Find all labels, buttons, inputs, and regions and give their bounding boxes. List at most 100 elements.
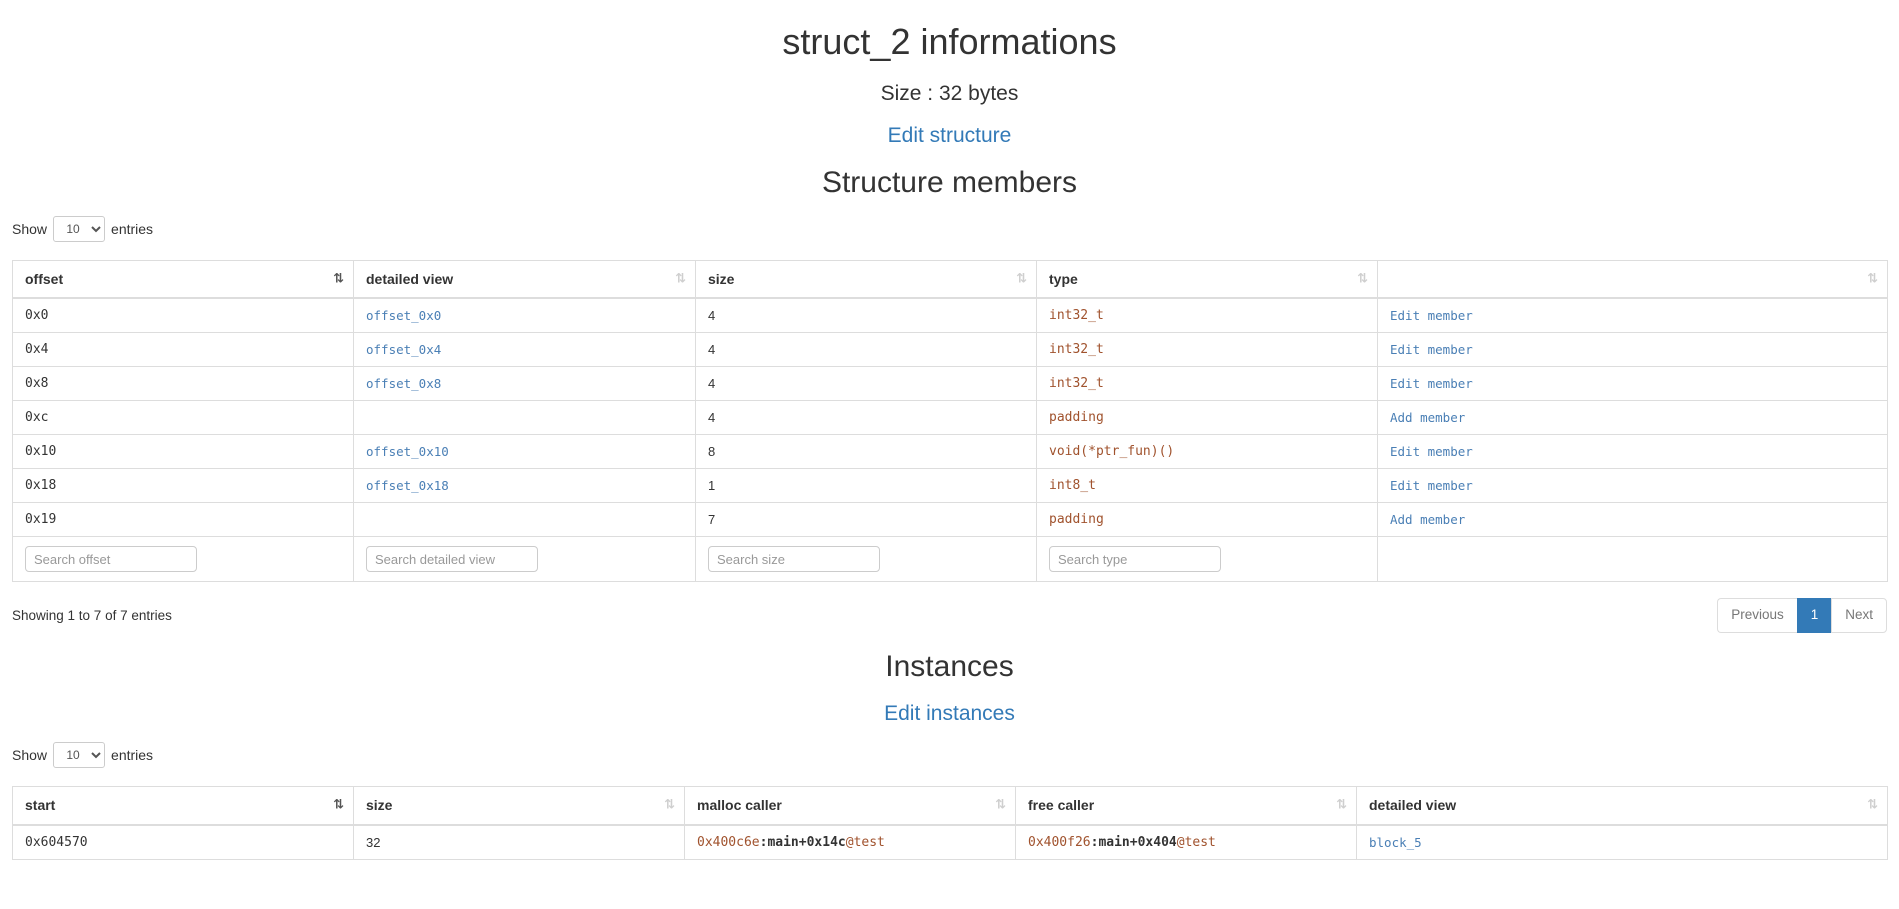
instances-table-wrap: Show 10 entries start ⇅ size ⇅ malloc ca… [0, 740, 1899, 860]
edit-member-link[interactable]: Edit member [1390, 444, 1473, 459]
instances-col-malloc-caller-label: malloc caller [697, 797, 782, 814]
members-col-size-label: size [708, 270, 735, 287]
sort-both-icon: ⇅ [675, 271, 686, 287]
instance-free-caller: 0x400f26:main+0x404@test [1015, 824, 1357, 860]
member-type: int8_t [1036, 468, 1378, 503]
edit-member-link[interactable]: Edit member [1390, 308, 1473, 323]
member-detailed-view: offset_0x4 [353, 332, 696, 367]
structure-members-heading: Structure members [821, 165, 1078, 199]
add-member-link[interactable]: Add member [1390, 512, 1465, 527]
malloc-caller-at: @ [845, 834, 854, 850]
instances-col-size[interactable]: size ⇅ [353, 786, 685, 826]
member-detailed-view-link[interactable]: offset_0x4 [366, 342, 441, 357]
member-action: Edit member [1377, 297, 1888, 333]
instances-col-start[interactable]: start ⇅ [12, 786, 354, 826]
members-header-row: offset ⇅ detailed view ⇅ size ⇅ type ⇅ ⇅ [12, 259, 1888, 300]
members-search-type-cell [1036, 536, 1378, 583]
members-col-offset-label: offset [25, 270, 64, 287]
member-action: Edit member [1377, 332, 1888, 367]
search-type-input[interactable] [1049, 546, 1221, 573]
search-offset-input[interactable] [25, 546, 197, 573]
instance-malloc-caller: 0x400c6e:main+0x14c@test [684, 824, 1016, 860]
member-detailed-view-link[interactable]: offset_0x8 [366, 376, 441, 391]
member-offset: 0x4 [12, 332, 354, 367]
add-member-link[interactable]: Add member [1390, 410, 1465, 425]
page-root: struct_2 informations Size : 32 bytes Ed… [0, 22, 1899, 860]
member-offset: 0x8 [12, 366, 354, 401]
member-action: Edit member [1377, 468, 1888, 503]
instances-col-free-caller[interactable]: free caller ⇅ [1015, 786, 1357, 826]
member-offset: 0x10 [12, 434, 354, 469]
member-action: Add member [1377, 400, 1888, 435]
instance-detailed-view-link[interactable]: block_5 [1369, 835, 1422, 850]
structure-members-table-wrap: Show 10 entries offset ⇅ detailed view ⇅ [0, 214, 1899, 633]
instances-col-malloc-caller[interactable]: malloc caller ⇅ [684, 786, 1016, 826]
members-entries-info: Showing 1 to 7 of 7 entries [12, 607, 172, 623]
member-action: Edit member [1377, 366, 1888, 401]
table-row: 0xc 4 padding Add member [12, 400, 1888, 435]
free-caller-address: 0x400f26 [1028, 834, 1091, 850]
instances-heading: Instances [885, 650, 1014, 684]
members-show-label: Show [12, 220, 48, 237]
structure-members-table: offset ⇅ detailed view ⇅ size ⇅ type ⇅ ⇅… [12, 259, 1888, 583]
member-detailed-view: offset_0x18 [353, 468, 696, 503]
edit-member-link[interactable]: Edit member [1390, 478, 1473, 493]
instances-table-body: 0x604570 32 0x400c6e:main+0x14c@test 0x4… [12, 824, 1888, 860]
instances-table: start ⇅ size ⇅ malloc caller ⇅ free call… [12, 786, 1888, 860]
members-table-body: 0x0 offset_0x0 4 int32_t Edit member 0x4… [12, 297, 1888, 583]
struct-size-label: Size : 32 bytes [880, 81, 1019, 105]
malloc-caller-file: test [853, 834, 885, 850]
edit-instances-link[interactable]: Edit instances [884, 702, 1015, 725]
member-type: int32_t [1036, 332, 1378, 367]
instances-show-label: Show [12, 747, 48, 764]
member-type: padding [1036, 502, 1378, 537]
sort-desc-icon: ⇅ [333, 797, 344, 813]
member-detailed-view-link[interactable]: offset_0x10 [366, 444, 449, 459]
members-entries-label: entries [111, 220, 154, 237]
members-search-detailed-view-cell [353, 536, 696, 583]
member-size: 4 [695, 366, 1037, 401]
pagination-page-1-button[interactable]: 1 [1796, 597, 1832, 633]
members-col-actions[interactable]: ⇅ [1377, 259, 1888, 300]
edit-member-link[interactable]: Edit member [1390, 342, 1473, 357]
members-table-head: offset ⇅ detailed view ⇅ size ⇅ type ⇅ ⇅ [12, 259, 1888, 300]
member-size: 8 [695, 434, 1037, 469]
pagination-previous-button[interactable]: Previous [1717, 597, 1797, 633]
search-size-input[interactable] [708, 546, 880, 573]
member-action: Add member [1377, 502, 1888, 537]
sort-both-icon: ⇅ [664, 797, 675, 813]
table-row: 0x604570 32 0x400c6e:main+0x14c@test 0x4… [12, 824, 1888, 860]
member-detailed-view-link[interactable]: offset_0x18 [366, 478, 449, 493]
pagination-next-button[interactable]: Next [1831, 597, 1887, 633]
sort-desc-icon: ⇅ [333, 271, 344, 287]
malloc-caller-symbol: main+0x14c [767, 834, 846, 850]
members-col-size[interactable]: size ⇅ [695, 259, 1037, 300]
sort-both-icon: ⇅ [995, 797, 1006, 813]
instances-entries-select[interactable]: 10 [53, 742, 106, 769]
table-row: 0x19 7 padding Add member [12, 502, 1888, 537]
members-col-detailed-view[interactable]: detailed view ⇅ [353, 259, 696, 300]
search-detailed-view-input[interactable] [366, 546, 538, 573]
table-row: 0x18 offset_0x18 1 int8_t Edit member [12, 468, 1888, 503]
sort-both-icon: ⇅ [1336, 797, 1347, 813]
member-type: void(*ptr_fun)() [1036, 434, 1378, 469]
page-title: struct_2 informations [782, 21, 1117, 62]
member-size: 4 [695, 400, 1037, 435]
members-col-type[interactable]: type ⇅ [1036, 259, 1378, 300]
members-col-type-label: type [1049, 270, 1078, 287]
edit-member-link[interactable]: Edit member [1390, 376, 1473, 391]
member-type: padding [1036, 400, 1378, 435]
member-detailed-view: offset_0x10 [353, 434, 696, 469]
instances-col-detailed-view[interactable]: detailed view ⇅ [1356, 786, 1888, 826]
edit-instances-link-wrap: Edit instances [0, 702, 1899, 726]
edit-structure-link-wrap: Edit structure [0, 124, 1899, 148]
members-entries-select[interactable]: 10 [53, 215, 106, 242]
member-offset: 0xc [12, 400, 354, 435]
sort-both-icon: ⇅ [1357, 271, 1368, 287]
edit-structure-link[interactable]: Edit structure [888, 124, 1012, 147]
instances-col-start-label: start [25, 797, 56, 814]
instances-length-menu: Show 10 entries [12, 740, 1887, 770]
member-size: 1 [695, 468, 1037, 503]
members-col-offset[interactable]: offset ⇅ [12, 259, 354, 300]
member-detailed-view-link[interactable]: offset_0x0 [366, 308, 441, 323]
